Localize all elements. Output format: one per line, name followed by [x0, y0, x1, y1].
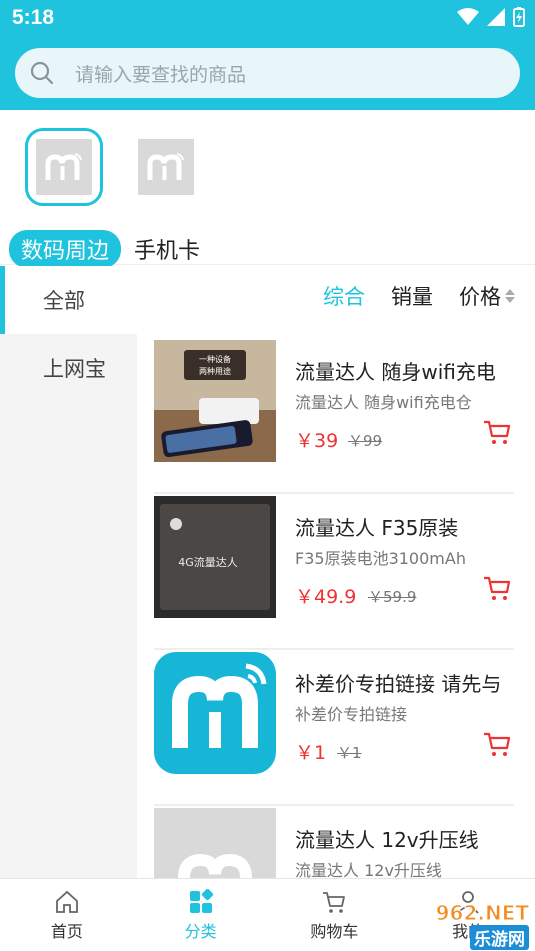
- product-subtitle: F35原装电池3100mAh: [295, 549, 466, 568]
- wifi-icon: [457, 8, 479, 25]
- product-original-price: ￥1: [337, 744, 362, 762]
- product-list: 一种设备 两种用途 流量达人 随身wifi充电 流量达人 随身wifi充电仓 ￥…: [154, 340, 514, 878]
- product-price: ￥1: [295, 742, 327, 764]
- tab-home[interactable]: 首页: [0, 879, 134, 951]
- category-row: 数码周边 手机卡: [0, 110, 535, 268]
- sidebar: 全部 上网宝: [0, 266, 137, 878]
- product-item[interactable]: 流量达人 12v升压线 流量达人 12v升压线: [154, 808, 514, 878]
- cart-icon: [323, 891, 346, 913]
- watermark-bottom-text: 乐游网: [470, 925, 529, 950]
- category-simcard[interactable]: [127, 128, 205, 206]
- product-image-wifi-charger: 一种设备 两种用途: [154, 340, 276, 462]
- search-bar[interactable]: 请输入要查找的商品: [15, 48, 520, 98]
- product-name: 补差价专拍链接 请先与: [295, 672, 502, 696]
- sidebar-item-all[interactable]: 全部: [0, 266, 137, 334]
- product-price: ￥49.9: [295, 586, 357, 608]
- tab-label: 首页: [50, 921, 83, 941]
- thumb-text-1: 一种设备: [199, 354, 231, 364]
- product-subtitle: 补差价专拍链接: [295, 705, 408, 724]
- battery-icon: [513, 7, 525, 27]
- product-subtitle: 流量达人 随身wifi充电仓: [295, 393, 472, 412]
- brand-logo-icon: [147, 153, 184, 180]
- tab-cart[interactable]: 购物车: [268, 879, 402, 951]
- brand-logo-icon: [45, 153, 82, 180]
- thumb-box-label: 4G流量达人: [178, 555, 238, 569]
- tab-label: 分类: [184, 921, 217, 941]
- product-item[interactable]: 一种设备 两种用途 流量达人 随身wifi充电 流量达人 随身wifi充电仓 ￥…: [154, 340, 514, 494]
- product-name: 流量达人 随身wifi充电: [295, 360, 496, 384]
- product-name: 流量达人 12v升压线: [295, 828, 479, 852]
- sort-comprehensive[interactable]: 综合: [323, 281, 365, 311]
- category-icon: [189, 888, 213, 913]
- product-item[interactable]: 4G流量达人 流量达人 F35原装 F35原装电池3100mAh ￥49.9 ￥…: [154, 496, 514, 650]
- category-digital[interactable]: [25, 128, 103, 206]
- product-original-price: ￥59.9: [368, 588, 417, 606]
- header: 5:18 请输入要查找的商品: [0, 0, 535, 110]
- category-label-digital[interactable]: 数码周边: [9, 230, 122, 268]
- thumb-text-2: 两种用途: [199, 366, 231, 376]
- tab-category[interactable]: 分类: [134, 879, 268, 951]
- sort-arrows-icon: [505, 289, 515, 303]
- product-image-battery: 4G流量达人: [154, 496, 276, 618]
- product-original-price: ￥99: [348, 432, 383, 450]
- product-image-placeholder: [154, 808, 276, 878]
- status-time: 5:18: [12, 6, 55, 29]
- add-to-cart-icon[interactable]: [483, 730, 511, 758]
- signal-icon: [487, 8, 505, 26]
- watermark-top-text: 962.NET: [435, 901, 529, 926]
- product-price: ￥39: [295, 430, 339, 452]
- category-image: [127, 128, 205, 206]
- product-image-brand-logo: [154, 652, 276, 774]
- sort-price[interactable]: 价格: [459, 281, 515, 311]
- home-icon: [55, 890, 78, 913]
- sidebar-item-hotspot[interactable]: 上网宝: [0, 334, 137, 402]
- product-subtitle: 流量达人 12v升压线: [295, 861, 442, 878]
- sort-bar: 综合 销量 价格: [137, 266, 535, 326]
- category-label-simcard[interactable]: 手机卡: [122, 230, 212, 268]
- add-to-cart-icon[interactable]: [483, 418, 511, 446]
- sidebar-item-label: 全部: [43, 289, 85, 313]
- product-item[interactable]: 补差价专拍链接 请先与 补差价专拍链接 ￥1 ￥1: [154, 652, 514, 806]
- watermark-logo: 962.NET 乐游网: [399, 899, 530, 950]
- search-placeholder: 请输入要查找的商品: [75, 63, 247, 86]
- add-to-cart-icon[interactable]: [483, 574, 511, 602]
- category-image: [25, 128, 103, 206]
- status-icons: [457, 7, 525, 27]
- sidebar-item-label: 上网宝: [43, 357, 106, 381]
- search-icon: [30, 61, 54, 85]
- product-name: 流量达人 F35原装: [295, 516, 459, 540]
- tab-label: 购物车: [310, 921, 359, 941]
- sort-price-label: 价格: [459, 285, 501, 309]
- sort-sales[interactable]: 销量: [391, 281, 433, 311]
